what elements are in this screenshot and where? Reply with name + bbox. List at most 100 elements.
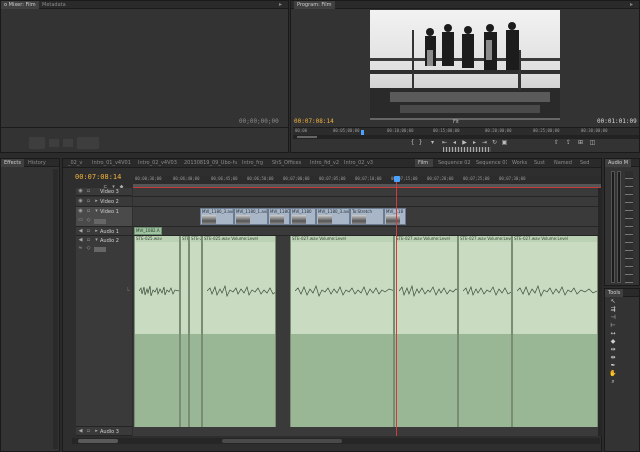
loop-icon[interactable]: ↻ xyxy=(491,139,498,146)
speaker-icon[interactable]: ◀ xyxy=(78,429,83,434)
safe-margins-icon[interactable]: ▣ xyxy=(501,139,508,146)
audio-clip[interactable]: STE-027.wav Volume:Level xyxy=(512,236,598,427)
jog-shuttle[interactable] xyxy=(443,147,491,152)
tab-sequence[interactable]: Sed xyxy=(577,159,595,167)
expand-triangle-icon[interactable]: ▸ xyxy=(94,199,99,204)
tab-sequence[interactable]: Sequence 02 xyxy=(435,159,471,167)
eye-icon[interactable]: ◉ xyxy=(78,189,83,194)
timeline-vertical-scrollbar[interactable] xyxy=(598,188,602,436)
mark-in-icon[interactable]: { xyxy=(409,139,416,146)
speaker-icon[interactable]: ◀ xyxy=(78,238,83,243)
tab-audio-meters[interactable]: Audio M xyxy=(605,159,632,167)
rate-stretch-tool-icon[interactable]: ↔ xyxy=(609,330,617,337)
tab-sequence[interactable]: 20130819_09_Ubo-ha... xyxy=(181,159,237,167)
keyframe-icon[interactable]: ◇ xyxy=(86,218,91,223)
tab-sequence[interactable]: Named xyxy=(551,159,575,167)
audio-clip[interactable]: STE-025.wav Volume:Level xyxy=(202,236,276,427)
tab-sequence[interactable]: Intro_02_v4V03 xyxy=(135,159,179,167)
effects-scrollbar[interactable] xyxy=(53,169,58,449)
tab-sequence[interactable]: Sequence 01 xyxy=(473,159,507,167)
slide-tool-icon[interactable]: ⇼ xyxy=(609,354,617,361)
zoom-tool-icon[interactable]: ⌕ xyxy=(609,378,617,385)
expand-triangle-icon[interactable]: ▸ xyxy=(94,429,99,434)
tab-film[interactable]: Film xyxy=(415,159,433,167)
audio-clip[interactable]: STE-027.wav Volume:Level xyxy=(458,236,512,427)
pen-tool-icon[interactable]: ✒ xyxy=(609,362,617,369)
audio-clip[interactable]: STE- xyxy=(180,236,189,427)
collapse-triangle-icon[interactable]: ▾ xyxy=(94,209,99,214)
mark-out-icon[interactable]: } xyxy=(417,139,424,146)
keyframe-nav[interactable] xyxy=(94,219,106,224)
audio-clip[interactable]: STE-027.wav Volume:Level xyxy=(290,236,394,427)
tab-sequence[interactable]: Intro_fid_v2 xyxy=(307,159,339,167)
track-header-audio2[interactable]: ◀ ▫ ▾ Audio 2 ≈ ◇ L xyxy=(76,236,132,427)
expand-triangle-icon[interactable]: ▸ xyxy=(94,229,99,234)
hand-tool-icon[interactable]: ✋ xyxy=(609,370,617,377)
play-icon[interactable]: ▶ xyxy=(461,139,468,146)
fit-dropdown[interactable]: Fit xyxy=(453,119,459,125)
timeline-current-timecode[interactable]: 00:07:08:14 xyxy=(75,173,121,181)
timeline-zoom-scrollbar[interactable] xyxy=(72,438,600,444)
program-current-timecode[interactable]: 00:07:08:14 xyxy=(294,118,334,125)
track-header-video2[interactable]: ◉ ▫ ▸ Video 2 xyxy=(76,197,132,207)
tab-audio-mixer[interactable]: o Mixer: Film xyxy=(1,1,39,9)
lock-icon[interactable]: ▫ xyxy=(86,199,91,204)
panel-menu-icon[interactable]: ▸ xyxy=(630,2,636,8)
tab-sequence[interactable]: ShS_Offices xyxy=(269,159,305,167)
tab-program-film[interactable]: Program: Film xyxy=(294,1,335,9)
track-header-video3[interactable]: ◉ ▫ Video 3 xyxy=(76,188,132,196)
slip-tool-icon[interactable]: ⇹ xyxy=(609,346,617,353)
razor-tool-icon[interactable]: ◆ xyxy=(609,338,617,345)
step-forward-icon[interactable]: ▸ xyxy=(471,139,478,146)
lock-icon[interactable]: ▫ xyxy=(86,238,91,243)
tab-sequence[interactable]: Intro_02_v3 xyxy=(341,159,373,167)
step-back-icon[interactable]: ◂ xyxy=(451,139,458,146)
export-frame-icon[interactable]: ◫ xyxy=(589,139,596,146)
program-video-frame[interactable] xyxy=(370,10,560,118)
video-clip[interactable]: MVI_1180_3.avi xyxy=(316,208,350,225)
extract-icon[interactable]: ⇪ xyxy=(565,139,572,146)
tab-history[interactable]: History xyxy=(25,159,49,167)
video-clip[interactable]: MVI_1180 xyxy=(290,208,316,225)
video-clip[interactable]: MVI_118 xyxy=(384,208,406,225)
timeline-ruler[interactable]: 00;00;36;00 00;06;40;00 00;06;45;00 00;0… xyxy=(133,176,601,184)
tab-sequence[interactable]: Sust xyxy=(531,159,549,167)
timeline-playhead-line[interactable] xyxy=(396,182,397,436)
track-header-audio3[interactable]: ◀ ▫ ▸ Audio 3 xyxy=(76,427,132,436)
keyframe-icon[interactable]: ◇ xyxy=(86,246,91,251)
track-select-tool-icon[interactable]: ⇶ xyxy=(609,306,617,313)
eye-icon[interactable]: ◉ xyxy=(78,209,83,214)
tab-tools[interactable]: Tools xyxy=(605,289,624,297)
lock-icon[interactable]: ▫ xyxy=(86,229,91,234)
tab-sequence[interactable]: Intro_frg xyxy=(239,159,267,167)
tab-sequence[interactable]: Intro_01_v4V01 xyxy=(89,159,133,167)
marker-icon[interactable]: ▾ xyxy=(429,139,436,146)
lift-icon[interactable]: ⇧ xyxy=(553,139,560,146)
keyframe-nav[interactable] xyxy=(94,247,106,252)
audio-clip[interactable]: STE-025.wav xyxy=(134,236,180,427)
video-clip[interactable]: MVI_118C xyxy=(268,208,290,225)
audio1-clip[interactable]: MVI_1082.A xyxy=(134,227,162,235)
lock-icon[interactable]: ▫ xyxy=(86,429,91,434)
track-header-video1[interactable]: ◉ ▫ ▾ Video 1 ▭ ◇ xyxy=(76,207,132,227)
program-ruler[interactable]: 00;00 00:05;00;00 00:10;00;00 00:15;00;0… xyxy=(293,127,639,135)
eye-icon[interactable]: ◉ xyxy=(78,199,83,204)
audio-clip[interactable]: STE-027.wav Volume:Level xyxy=(394,236,458,427)
rolling-edit-tool-icon[interactable]: ⊢ xyxy=(609,322,617,329)
video-clip[interactable]: MVI_1180_1.avi xyxy=(234,208,268,225)
selection-tool-icon[interactable]: ↖ xyxy=(609,298,617,305)
speaker-icon[interactable]: ◀ xyxy=(78,229,83,234)
audio-clip[interactable]: STE-2 xyxy=(189,236,202,427)
ripple-edit-tool-icon[interactable]: ⊣ xyxy=(609,314,617,321)
timeline-playhead-handle[interactable] xyxy=(394,176,400,182)
waveform-toggle-icon[interactable]: ≈ xyxy=(78,246,83,251)
lock-icon[interactable]: ▫ xyxy=(86,209,91,214)
collapse-triangle-icon[interactable]: ▾ xyxy=(94,238,99,243)
tab-effects[interactable]: Effects xyxy=(1,159,24,167)
panel-menu-icon[interactable]: ▸ xyxy=(279,2,285,8)
track-header-audio1[interactable]: ◀ ▫ ▸ Audio 1 xyxy=(76,227,132,236)
go-to-out-icon[interactable]: ⇥ xyxy=(481,139,488,146)
go-to-in-icon[interactable]: ⇤ xyxy=(441,139,448,146)
tab-metadata[interactable]: Metadata xyxy=(39,1,69,9)
lock-icon[interactable]: ▫ xyxy=(86,189,91,194)
